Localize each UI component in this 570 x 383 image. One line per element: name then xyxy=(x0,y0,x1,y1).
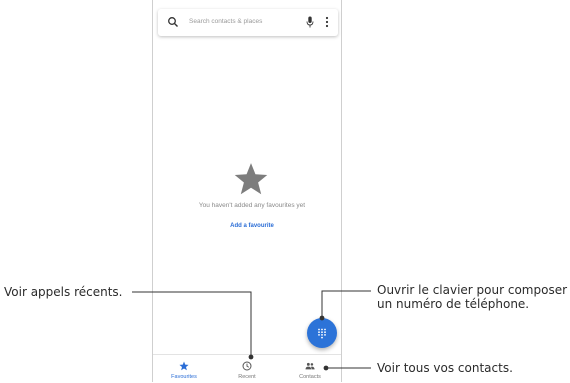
callout-dot-dialpad xyxy=(319,315,325,321)
callout-line-recent xyxy=(132,291,252,356)
annotation-dialpad-line1: Ouvrir le clavier pour composer xyxy=(377,283,568,297)
annotation-recent: Voir appels récents. xyxy=(4,285,123,299)
callout-dot-contacts xyxy=(323,365,329,371)
callout-dot-recent xyxy=(248,354,254,360)
callout-line-dialpad xyxy=(321,290,371,317)
annotation-dialpad-line2: un numéro de téléphone. xyxy=(377,297,530,311)
callout-lines xyxy=(132,290,371,371)
annotation-contacts: Voir tous vos contacts. xyxy=(377,361,513,375)
